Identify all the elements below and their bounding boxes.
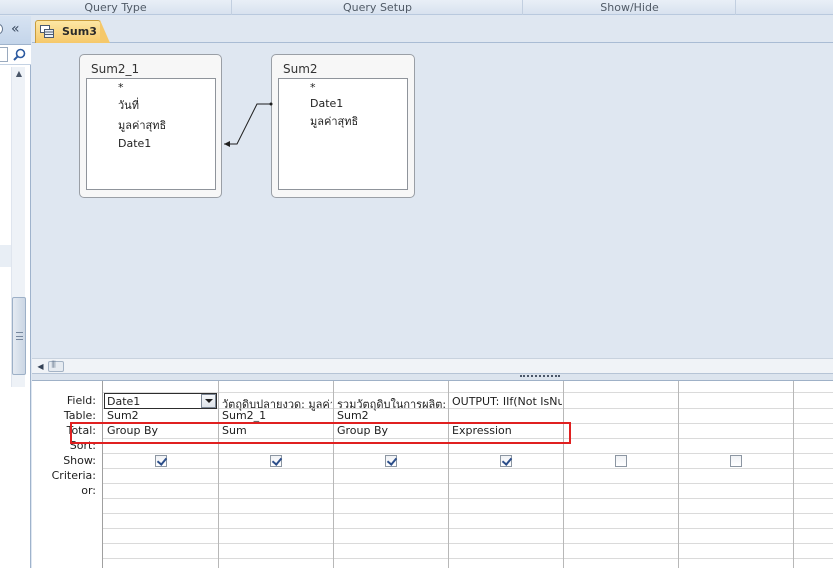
pane-splitter[interactable] — [32, 373, 833, 381]
nav-scroll-thumb[interactable] — [12, 297, 26, 375]
ribbon-group-show-hide: Show/Hide — [524, 0, 736, 15]
navigation-pane: « ▲ — [0, 16, 31, 568]
grid-line — [103, 468, 833, 469]
grid-line — [103, 528, 833, 529]
refresh-icon[interactable] — [0, 24, 3, 34]
show-checkbox[interactable] — [155, 455, 167, 467]
grid-line — [103, 498, 833, 499]
grid-line — [103, 543, 833, 544]
table-cell[interactable]: Sum2 — [337, 409, 447, 422]
collapse-nav-button[interactable]: « — [11, 22, 20, 36]
ribbon-group-labels: Query Type Query Setup Show/Hide — [0, 0, 833, 15]
field-cell[interactable]: Date1 — [107, 395, 199, 408]
total-row-highlight — [70, 422, 571, 444]
table-cell[interactable]: Sum2 — [107, 409, 217, 422]
chevron-down-icon[interactable] — [201, 394, 216, 408]
nav-scrollbar[interactable]: ▲ — [11, 67, 26, 387]
grip-icon — [16, 332, 23, 340]
grid-line — [103, 558, 833, 559]
nav-search-bar — [0, 45, 31, 65]
show-checkbox[interactable] — [385, 455, 397, 467]
row-label-criteria: Criteria: — [51, 469, 96, 482]
show-checkbox[interactable] — [615, 455, 627, 467]
grid-line — [103, 453, 833, 454]
field-cell[interactable]: OUTPUT: IIf(Not IsNull — [452, 395, 562, 408]
document-tab-strip: Sum3 — [32, 16, 833, 43]
diagram-hscrollbar[interactable]: ◀ — [32, 358, 833, 373]
query-diagram-pane: Sum2_1 * วันที่ มูลค่าสุทธิ Date1 Sum2 *… — [32, 44, 833, 358]
row-label-table: Table: — [63, 409, 96, 422]
grid-line — [218, 381, 219, 568]
row-label-or: or: — [81, 484, 96, 497]
row-label-show: Show: — [63, 454, 96, 467]
show-checkbox[interactable] — [500, 455, 512, 467]
query-icon — [40, 25, 54, 38]
grid-cells: Date1 Sum2 Group By วัตถุดิบปลายงวด: มูล… — [103, 381, 833, 568]
grid-line — [678, 381, 679, 568]
grid-line — [448, 381, 449, 568]
grid-line — [103, 483, 833, 484]
show-checkbox[interactable] — [270, 455, 282, 467]
navigation-pane-header: « — [0, 16, 31, 45]
show-checkbox[interactable] — [730, 455, 742, 467]
grid-line — [793, 381, 794, 568]
nav-search-input[interactable] — [0, 47, 8, 62]
query-design-grid: Field: Table: Total: Sort: Show: Criteri… — [32, 381, 833, 568]
hscroll-thumb[interactable] — [48, 360, 64, 372]
grid-line — [563, 381, 564, 568]
join-line[interactable] — [32, 44, 833, 358]
search-icon[interactable] — [13, 48, 26, 61]
scroll-up-arrow-icon[interactable]: ▲ — [12, 67, 26, 81]
grid-line — [333, 381, 334, 568]
nav-selected-item[interactable] — [0, 245, 11, 267]
ribbon-group-query-type: Query Type — [0, 0, 232, 15]
row-label-field: Field: — [66, 394, 96, 407]
grid-line — [103, 513, 833, 514]
grip-icon — [520, 375, 560, 378]
ribbon-group-query-setup: Query Setup — [233, 0, 523, 15]
row-labels: Field: Table: Total: Sort: Show: Criteri… — [32, 381, 103, 568]
tab-sum3[interactable]: Sum3 — [35, 20, 110, 43]
scroll-left-arrow-icon[interactable]: ◀ — [35, 361, 46, 372]
table-cell[interactable]: Sum2_1 — [222, 409, 332, 422]
tab-label: Sum3 — [62, 25, 97, 38]
